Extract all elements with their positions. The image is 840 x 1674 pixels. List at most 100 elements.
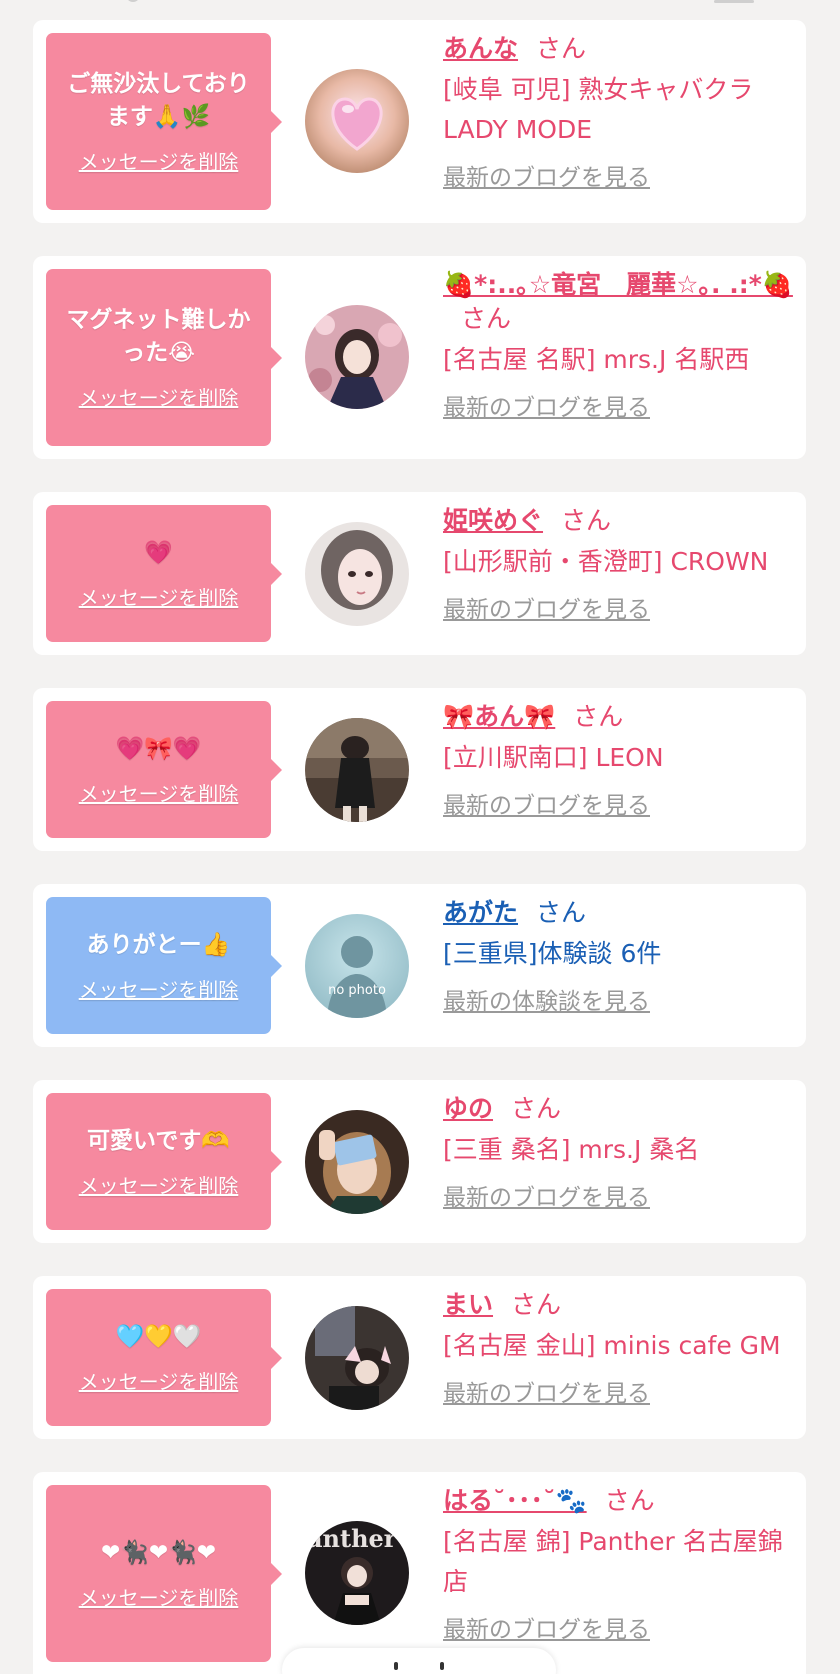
name-line: 🎀あん🎀 さん <box>443 700 796 734</box>
avatar[interactable]: no photo <box>305 914 409 1018</box>
message-text: マグネット難しかった😭 <box>66 307 251 366</box>
review-count: [三重県]体験談 6件 <box>443 939 662 968</box>
profile-name-link[interactable]: はる˘･･･˘🐾 <box>443 1486 587 1515</box>
message-card: ありがとー👍 メッセージを削除 no photo あがた さん [三重県]体験談… <box>33 884 806 1047</box>
profile-photo-icon <box>305 1110 409 1214</box>
avatar[interactable] <box>305 522 409 626</box>
delete-message-link[interactable]: メッセージを削除 <box>79 974 239 1003</box>
shop-name: [名古屋 名駅] mrs.J 名駅西 <box>443 345 750 374</box>
delete-message-link[interactable]: メッセージを削除 <box>79 582 239 611</box>
shop-name: [三重 桑名] mrs.J 桑名 <box>443 1135 700 1164</box>
partial-glyph <box>126 0 140 2</box>
message-text: 💗 <box>144 539 173 566</box>
avatar[interactable] <box>305 69 409 173</box>
name-line: まい さん <box>443 1288 796 1322</box>
message-text: ありがとー👍 <box>86 931 231 958</box>
profile-photo-icon <box>305 718 409 822</box>
honorific: さん <box>461 304 512 333</box>
profile-photo-icon <box>305 305 409 409</box>
honorific: さん <box>561 506 612 535</box>
latest-blog-link[interactable]: 最新のブログを見る <box>443 1374 650 1408</box>
profile-info: 姫咲めぐ さん [山形駅前・香澄町] CROWN 最新のブログを見る <box>443 504 796 624</box>
latest-review-link[interactable]: 最新の体験談を見る <box>443 982 650 1016</box>
profile-name-link[interactable]: ゆの <box>443 1094 493 1123</box>
delete-message-link[interactable]: メッセージを削除 <box>79 382 239 411</box>
pill-glyph <box>440 1662 444 1670</box>
honorific: さん <box>604 1486 655 1515</box>
message-bubble: ご無沙汰しております🙏🌿 メッセージを削除 <box>46 33 282 210</box>
latest-blog-link[interactable]: 最新のブログを見る <box>443 786 650 820</box>
latest-blog-link[interactable]: 最新のブログを見る <box>443 158 650 192</box>
message-bubble: 💗 メッセージを削除 <box>46 505 282 642</box>
profile-info: ゆの さん [三重 桑名] mrs.J 桑名 最新のブログを見る <box>443 1092 796 1212</box>
profile-name-link[interactable]: 🎀あん🎀 <box>443 702 555 731</box>
heart-photo-icon <box>305 69 409 173</box>
avatar[interactable] <box>305 1110 409 1214</box>
profile-photo-icon: anther <box>305 1521 409 1625</box>
name-line: ゆの さん <box>443 1092 796 1126</box>
shop-name: [山形駅前・香澄町] CROWN <box>443 547 769 576</box>
message-bubble: マグネット難しかった😭 メッセージを削除 <box>46 269 282 446</box>
profile-photo-icon <box>305 522 409 626</box>
message-text: ご無沙汰しております🙏🌿 <box>67 71 250 130</box>
latest-blog-link[interactable]: 最新のブログを見る <box>443 590 650 624</box>
profile-info: 🍓*:..｡☆竜宮 麗華☆｡. .:*🍓 さん [名古屋 名駅] mrs.J 名駅… <box>443 268 796 422</box>
avatar[interactable] <box>305 305 409 409</box>
avatar[interactable] <box>305 718 409 822</box>
message-bubble: 可愛いです🫶 メッセージを削除 <box>46 1093 282 1230</box>
delete-message-link[interactable]: メッセージを削除 <box>79 1366 239 1395</box>
delete-message-link[interactable]: メッセージを削除 <box>79 778 239 807</box>
honorific: さん <box>511 1290 562 1319</box>
bottom-floating-bar[interactable] <box>282 1648 556 1674</box>
message-card: 💗🎀💗 メッセージを削除 🎀あん🎀 さん [立川駅南口] LEON 最新のブログを… <box>33 688 806 851</box>
profile-name-link[interactable]: あがた <box>443 898 518 927</box>
avatar[interactable]: anther <box>305 1521 409 1625</box>
message-card: ❤🐈‍⬛❤🐈‍⬛❤ メッセージを削除 anther はる˘･･･˘🐾 さん [名古… <box>33 1472 806 1674</box>
shop-name: [岐阜 可児] 熟女キャバクラLADY MODE <box>443 75 754 144</box>
message-text: 💗🎀💗 <box>115 735 202 762</box>
name-line: 姫咲めぐ さん <box>443 504 796 538</box>
shop-name: [名古屋 錦] Panther 名古屋錦店 <box>443 1527 783 1596</box>
message-bubble: ❤🐈‍⬛❤🐈‍⬛❤ メッセージを削除 <box>46 1485 282 1662</box>
honorific: さん <box>511 1094 562 1123</box>
partial-underline <box>714 0 754 3</box>
message-card: ご無沙汰しております🙏🌿 メッセージを削除 あんな さん [岐阜 可児] 熟女キ… <box>33 20 806 223</box>
avatar[interactable] <box>305 1306 409 1410</box>
latest-blog-link[interactable]: 最新のブログを見る <box>443 388 650 422</box>
message-text: 可愛いです🫶 <box>87 1127 230 1154</box>
message-card: 可愛いです🫶 メッセージを削除 ゆの さん [三重 桑名] mrs.J 桑名 最新… <box>33 1080 806 1243</box>
message-card: 🩵💛🤍 メッセージを削除 まい さん [名古屋 金山] minis cafe GM… <box>33 1276 806 1439</box>
profile-info: まい さん [名古屋 金山] minis cafe GM 最新のブログを見る <box>443 1288 796 1408</box>
delete-message-link[interactable]: メッセージを削除 <box>79 146 239 175</box>
profile-name-link[interactable]: 🍓*:..｡☆竜宮 麗華☆｡. .:*🍓 <box>443 270 793 299</box>
shop-name: [立川駅南口] LEON <box>443 743 664 772</box>
no-photo-icon: no photo <box>305 914 409 1018</box>
message-bubble: ありがとー👍 メッセージを削除 <box>46 897 282 1034</box>
profile-name-link[interactable]: 姫咲めぐ <box>443 506 543 535</box>
profile-info: 🎀あん🎀 さん [立川駅南口] LEON 最新のブログを見る <box>443 700 796 820</box>
message-bubble: 🩵💛🤍 メッセージを削除 <box>46 1289 282 1426</box>
honorific: さん <box>536 898 587 927</box>
latest-blog-link[interactable]: 最新のブログを見る <box>443 1178 650 1212</box>
message-text: 🩵💛🤍 <box>115 1323 202 1350</box>
name-line: はる˘･･･˘🐾 さん <box>443 1484 796 1518</box>
message-card: マグネット難しかった😭 メッセージを削除 🍓*:..｡☆竜宮 麗華☆｡. .:*… <box>33 256 806 459</box>
no-photo-caption: no photo <box>328 983 386 998</box>
profile-photo-icon <box>305 1306 409 1410</box>
message-card: 💗 メッセージを削除 姫咲めぐ さん [山形駅前・香澄町] CROWN 最新のブロ… <box>33 492 806 655</box>
profile-info: あんな さん [岐阜 可児] 熟女キャバクラLADY MODE 最新のブログを見る <box>443 32 796 192</box>
name-line: あがた さん <box>443 896 796 930</box>
name-line: 🍓*:..｡☆竜宮 麗華☆｡. .:*🍓 さん <box>443 268 796 336</box>
latest-blog-link[interactable]: 最新のブログを見る <box>443 1610 650 1644</box>
message-list-page: ご無沙汰しております🙏🌿 メッセージを削除 あんな さん [岐阜 可児] 熟女キ… <box>0 0 840 1674</box>
previous-card-edge <box>0 0 840 20</box>
delete-message-link[interactable]: メッセージを削除 <box>79 1170 239 1199</box>
shop-name: [名古屋 金山] minis cafe GM <box>443 1331 781 1360</box>
message-text: ❤🐈‍⬛❤🐈‍⬛❤ <box>100 1539 217 1566</box>
delete-message-link[interactable]: メッセージを削除 <box>79 1582 239 1611</box>
profile-name-link[interactable]: あんな <box>443 34 518 63</box>
honorific: さん <box>536 34 587 63</box>
profile-name-link[interactable]: まい <box>443 1290 493 1319</box>
profile-info: あがた さん [三重県]体験談 6件 最新の体験談を見る <box>443 896 796 1016</box>
name-line: あんな さん <box>443 32 796 66</box>
